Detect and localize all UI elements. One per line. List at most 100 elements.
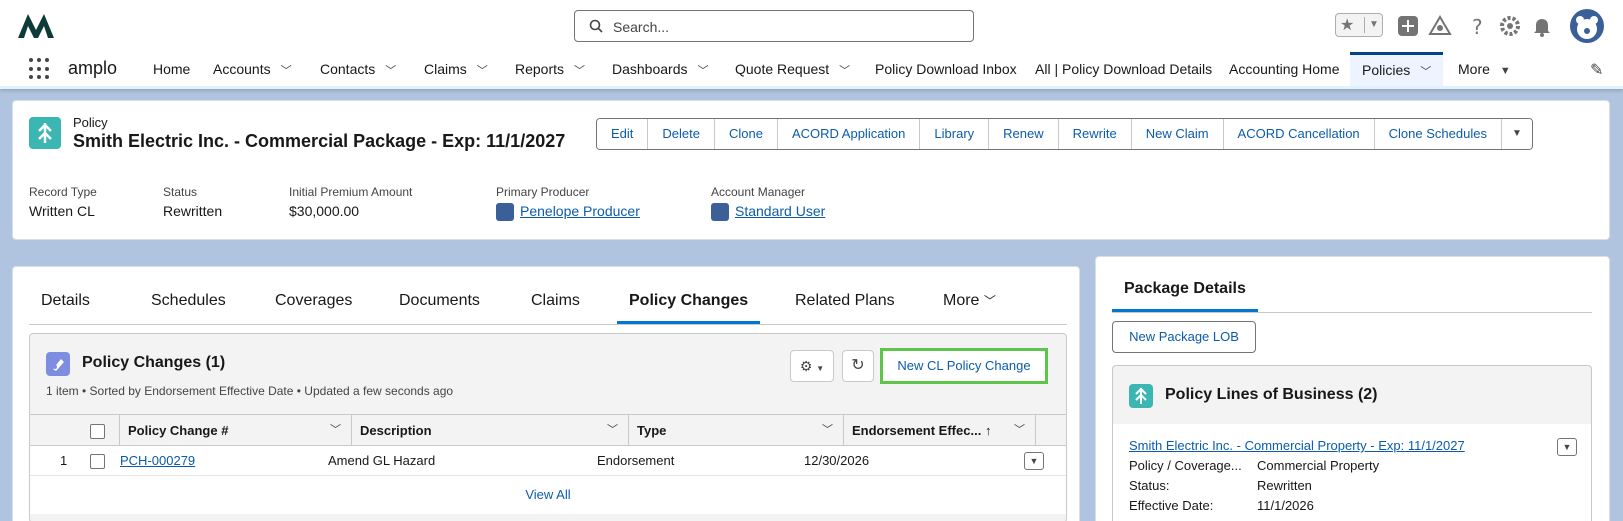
- policy-line-actions-chevron-icon[interactable]: ▼: [1557, 438, 1577, 456]
- primary-producer-link[interactable]: Penelope Producer: [520, 203, 640, 219]
- select-all-cell: [70, 415, 120, 446]
- new-package-lob-button[interactable]: New Package LOB: [1112, 321, 1256, 353]
- package-details-card: Package Details New Package LOB Policy L…: [1095, 256, 1610, 521]
- view-all-link[interactable]: View All: [30, 476, 1066, 514]
- chevron-down-icon[interactable]: ﹀: [607, 415, 618, 446]
- edit-nav-icon[interactable]: ✎: [1590, 60, 1603, 80]
- chevron-down-icon[interactable]: ﹀: [698, 54, 709, 88]
- rewrite-button[interactable]: Rewrite: [1058, 119, 1132, 149]
- gear-icon: ⚙: [799, 358, 813, 374]
- chevron-down-icon[interactable]: ﹀: [574, 54, 585, 88]
- chevron-down-icon[interactable]: ﹀: [477, 54, 488, 88]
- account-manager-link[interactable]: Standard User: [735, 203, 825, 219]
- app-nav-bar: amplo Home Accounts ﹀ Contacts ﹀ Claims ﹀ R…: [0, 52, 1623, 89]
- user-icon: [496, 203, 514, 222]
- row-number: 1: [60, 453, 68, 468]
- column-header-type[interactable]: Type ﹀: [629, 415, 844, 446]
- policy-line-field: Policy / Coverage... Commercial Property: [1129, 458, 1380, 473]
- tab-package-details[interactable]: Package Details: [1112, 277, 1258, 312]
- renew-button[interactable]: Renew: [989, 119, 1059, 149]
- tab-related-plans[interactable]: Related Plans: [795, 289, 895, 324]
- refresh-button[interactable]: ↻: [842, 350, 874, 382]
- related-list-subtitle: 1 item • Sorted by Endorsement Effective…: [46, 384, 454, 398]
- field-account-manager: Account Manager Standard User: [711, 185, 825, 222]
- related-list-title: Policy Changes (1): [82, 354, 226, 371]
- refresh-icon: ↻: [851, 357, 865, 374]
- chevron-down-icon[interactable]: ▼: [1364, 17, 1379, 33]
- new-claim-button[interactable]: New Claim: [1131, 119, 1224, 149]
- plus-icon[interactable]: [1396, 14, 1420, 38]
- column-header-description[interactable]: Description ﹀: [352, 415, 629, 446]
- nav-item-policies[interactable]: Policies ﹀: [1350, 52, 1444, 87]
- chevron-down-icon[interactable]: ﹀: [839, 54, 850, 88]
- policy-change-link[interactable]: PCH-000279: [120, 453, 195, 468]
- edit-button[interactable]: Edit: [597, 119, 649, 149]
- avatar-icon[interactable]: [1570, 9, 1604, 43]
- record-header: Policy Smith Electric Inc. - Commercial …: [12, 100, 1610, 240]
- tab-schedules[interactable]: Schedules: [151, 289, 226, 324]
- nav-item-more[interactable]: More ▼: [1458, 52, 1511, 86]
- nav-item-reports[interactable]: Reports ﹀: [515, 52, 585, 86]
- policy-line-field: Status: Rewritten: [1129, 478, 1312, 493]
- global-search[interactable]: Search...: [574, 10, 974, 42]
- policy-line-item: Smith Electric Inc. - Commercial Propert…: [1113, 424, 1591, 521]
- delete-button[interactable]: Delete: [648, 119, 715, 149]
- column-header-endorsement-date[interactable]: Endorsement Effec... ↑ ﹀: [844, 415, 1036, 446]
- nav-item-policy-download-details[interactable]: All | Policy Download Details: [1035, 52, 1212, 86]
- acord-cancellation-button[interactable]: ACORD Cancellation: [1223, 119, 1375, 149]
- nav-item-accounting-home[interactable]: Accounting Home: [1229, 52, 1340, 86]
- bell-icon[interactable]: [1530, 14, 1554, 38]
- tab-policy-changes[interactable]: Policy Changes: [617, 289, 761, 324]
- chevron-down-icon[interactable]: ﹀: [385, 54, 396, 88]
- row-actions-chevron-icon[interactable]: ▼: [1024, 452, 1044, 470]
- chevron-down-icon[interactable]: ﹀: [1420, 57, 1431, 87]
- policy-lines-related-list: Policy Lines of Business (2) Smith Elect…: [1112, 365, 1592, 521]
- record-title: Smith Electric Inc. - Commercial Package…: [73, 131, 566, 151]
- nav-item-policy-download-inbox[interactable]: Policy Download Inbox: [875, 52, 1017, 86]
- field-record-type: Record Type Written CL: [29, 185, 97, 219]
- chevron-down-icon[interactable]: ﹀: [330, 415, 341, 446]
- field-initial-premium: Initial Premium Amount $30,000.00: [289, 185, 413, 219]
- caret-down-icon: ▼: [816, 364, 825, 373]
- policy-line-link[interactable]: Smith Electric Inc. - Commercial Propert…: [1129, 438, 1465, 453]
- list-settings-button[interactable]: ⚙ ▼: [790, 350, 834, 382]
- nav-item-home[interactable]: Home: [153, 52, 190, 86]
- tab-documents[interactable]: Documents: [399, 289, 480, 324]
- favorites-button[interactable]: ★ ▼: [1335, 13, 1383, 37]
- help-icon[interactable]: ?: [1466, 14, 1490, 38]
- clone-button[interactable]: Clone: [714, 119, 778, 149]
- chevron-down-icon[interactable]: ﹀: [1014, 415, 1025, 446]
- nav-item-quote-request[interactable]: Quote Request ﹀: [735, 52, 850, 86]
- nav-item-accounts[interactable]: Accounts ﹀: [213, 52, 292, 86]
- chevron-down-icon[interactable]: ﹀: [822, 415, 833, 446]
- tab-more[interactable]: More ﹀: [943, 289, 996, 324]
- search-icon: [589, 19, 603, 33]
- nav-item-contacts[interactable]: Contacts ﹀: [320, 52, 396, 86]
- more-actions-chevron-icon[interactable]: ▼: [1501, 119, 1532, 149]
- library-button[interactable]: Library: [920, 119, 990, 149]
- clone-schedules-button[interactable]: Clone Schedules: [1374, 119, 1502, 149]
- policy-line-field: Effective Date: 11/1/2026: [1129, 498, 1314, 513]
- logo-icon[interactable]: [16, 12, 56, 40]
- tab-details[interactable]: Details: [41, 289, 90, 324]
- app-launcher-icon[interactable]: [29, 58, 51, 80]
- policy-changes-table: Policy Change # ﹀ Description ﹀ Type ﹀ Endo…: [30, 414, 1066, 514]
- gear-icon[interactable]: [1498, 14, 1522, 38]
- nav-item-claims[interactable]: Claims ﹀: [424, 52, 488, 86]
- chevron-down-icon[interactable]: ﹀: [281, 54, 292, 88]
- policy-object-icon: [1129, 384, 1153, 408]
- acord-application-button[interactable]: ACORD Application: [777, 119, 921, 149]
- trailhead-icon[interactable]: [1428, 14, 1452, 38]
- caret-down-icon[interactable]: ▼: [1500, 54, 1511, 88]
- tab-claims[interactable]: Claims: [531, 289, 580, 324]
- new-cl-policy-change-button[interactable]: New CL Policy Change: [880, 348, 1048, 384]
- table-row: 1 PCH-000279 Amend GL Hazard Endorsement…: [30, 446, 1066, 476]
- tab-coverages[interactable]: Coverages: [275, 289, 352, 324]
- chevron-down-icon: ﹀: [983, 294, 996, 308]
- row-checkbox[interactable]: [90, 454, 105, 470]
- policy-lines-title: Policy Lines of Business (2): [1165, 386, 1378, 403]
- column-header-policy-change[interactable]: Policy Change # ﹀: [120, 415, 352, 446]
- global-header: Search... ★ ▼ ?: [0, 0, 1623, 52]
- select-all-checkbox[interactable]: [90, 424, 105, 440]
- nav-item-dashboards[interactable]: Dashboards ﹀: [612, 52, 709, 86]
